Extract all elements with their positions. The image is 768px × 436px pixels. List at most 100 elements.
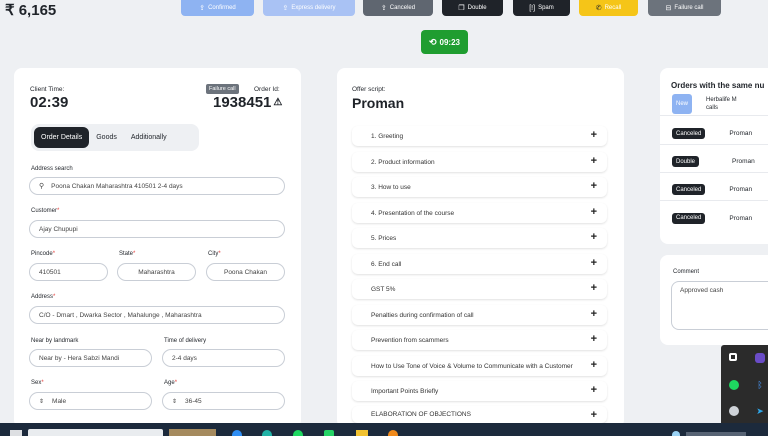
city-label-text: City (208, 251, 219, 257)
failure-call-badge: Failure call (206, 84, 239, 94)
timer-value: 09:23 (439, 37, 460, 47)
script-item-label: 1. Greeting (371, 132, 404, 140)
confirmed-button[interactable]: ⇪ Confirmed (181, 0, 254, 16)
comment-label: Comment (673, 269, 700, 275)
city-field[interactable]: Poona Chakan (206, 263, 285, 281)
tab-additionally[interactable]: Additionally (124, 127, 174, 148)
script-item[interactable]: Important Points Briefly + (352, 381, 607, 401)
script-item[interactable]: GST 5% + (352, 279, 607, 299)
plus-icon: + (590, 359, 597, 371)
express-label: Express delivery (291, 5, 336, 11)
script-item[interactable]: 2. Product information + (352, 152, 607, 172)
taskbar (0, 423, 768, 436)
order-row[interactable]: New Herbalife M calls (660, 92, 768, 116)
recall-button[interactable]: ✆ Recall (579, 0, 638, 16)
delivery-time-field[interactable]: 2-4 days (162, 349, 285, 367)
script-item[interactable]: Penalties during confirmation of call + (352, 305, 607, 325)
required-mark: * (52, 251, 56, 257)
order-row[interactable]: Canceled Proman (660, 123, 768, 145)
script-item[interactable]: 5. Prices + (352, 228, 607, 248)
age-select[interactable]: ⇕ 36-45 (162, 392, 285, 410)
state-field[interactable]: Maharashtra (117, 263, 196, 281)
state-label-text: State (119, 251, 134, 257)
status-badge: Canceled (672, 212, 706, 224)
address-field[interactable]: C/O - Dmart , Dwarka Sector , Mahalunge … (29, 306, 285, 324)
status-badge: Double (672, 156, 700, 167)
order-product: Proman (732, 158, 755, 165)
pincode-field[interactable]: 410501 (29, 263, 108, 281)
canceled-button[interactable]: ⇪ Canceled (363, 0, 433, 16)
top-bar: ₹ 6,165 ⇪ Confirmed ⇪ Express delivery ⇪… (0, 0, 768, 62)
required-mark: * (57, 208, 60, 214)
failure-call-button[interactable]: ⊟ Failure call (648, 0, 721, 16)
taskbar-app-icon[interactable] (293, 430, 303, 436)
landmark-label: Near by landmark (31, 338, 79, 344)
start-icon[interactable] (10, 430, 22, 436)
app-icon[interactable] (729, 353, 737, 361)
delivery-time-label: Time of delivery (164, 338, 207, 344)
order-row[interactable]: Canceled Proman (660, 207, 768, 229)
script-item[interactable]: 1. Greeting + (352, 126, 607, 146)
recall-label: Recall (604, 5, 622, 11)
plus-icon: + (590, 282, 597, 294)
taskbar-app-icon[interactable] (324, 430, 334, 436)
script-item[interactable]: 3. How to use + (352, 177, 607, 197)
order-row[interactable]: Canceled Proman (660, 179, 768, 201)
bluetooth-icon[interactable]: ᛒ (755, 380, 765, 390)
copy-icon: ❐ (458, 5, 465, 12)
tray-popup: ᛒ ➤ (721, 345, 768, 423)
script-item[interactable]: How to Use Tone of Voice & Volume to Com… (352, 356, 607, 376)
taskbar-widget[interactable] (169, 429, 216, 436)
script-item-label: GST 5% (371, 285, 396, 293)
tab-order-details[interactable]: Order Details (34, 127, 90, 148)
same-number-title: Orders with the same nu (671, 81, 765, 90)
comment-textarea[interactable]: Approved cash (671, 281, 768, 330)
tab-goods[interactable]: Goods (89, 127, 124, 148)
script-item[interactable]: Prevention from scammers + (352, 330, 607, 350)
address-search-input[interactable]: ⚲ Poona Chakan Maharashtra 410501 2-4 da… (29, 177, 285, 195)
upload-icon: ⇪ (199, 5, 206, 12)
status-badge: Canceled (672, 128, 706, 139)
age-label-text: Age (164, 380, 175, 386)
telegram-icon[interactable]: ➤ (755, 406, 765, 416)
taskbar-app-icon[interactable] (388, 430, 398, 436)
status-badge: Canceled (672, 184, 706, 195)
order-id-value: 1938451 (213, 94, 272, 111)
order-row[interactable]: Double Proman (660, 151, 768, 173)
order-id: 1938451 ⚠ (213, 94, 282, 111)
client-time: 02:39 (30, 94, 69, 111)
script-item[interactable]: ELABORATION OF OBJECTIONS + (352, 406, 607, 423)
taskbar-app-icon[interactable] (262, 430, 272, 436)
double-button[interactable]: ❐ Double (442, 0, 503, 16)
offer-script-label: Offer script: (352, 86, 386, 93)
sex-select[interactable]: ⇕ Male (29, 392, 152, 410)
required-mark: * (53, 294, 56, 300)
plus-icon: + (590, 409, 597, 421)
customer-label-text: Customer (31, 208, 58, 214)
plus-icon: + (590, 308, 597, 320)
script-item-label: How to Use Tone of Voice & Volume to Com… (371, 362, 573, 370)
order-tabs: Order Details Goods Additionally (31, 124, 199, 151)
script-item[interactable]: 6. End call + (352, 254, 607, 274)
app-icon[interactable] (729, 406, 739, 416)
landmark-field[interactable]: Near by - Hera Sabzi Mandi (29, 349, 152, 367)
spotify-icon[interactable] (729, 380, 739, 390)
plus-icon: + (590, 206, 597, 218)
customer-field[interactable]: Ajay Chupupi (29, 220, 285, 238)
plus-icon: + (590, 129, 597, 141)
spam-button[interactable]: [!] Spam (513, 0, 570, 16)
confirmed-label: Confirmed (208, 5, 236, 11)
script-item[interactable]: 4. Presentation of the course + (352, 203, 607, 223)
weather-icon[interactable] (672, 431, 680, 436)
required-mark: * (174, 380, 178, 386)
taskbar-search[interactable] (28, 429, 163, 436)
plus-icon: + (590, 155, 597, 167)
order-id-label: Order Id: (254, 86, 280, 93)
express-delivery-button[interactable]: ⇪ Express delivery (263, 0, 355, 16)
script-item-label: 2. Product information (371, 158, 435, 166)
taskbar-app-icon[interactable] (356, 430, 368, 436)
double-label: Double (467, 5, 487, 11)
taskbar-app-icon[interactable] (232, 430, 242, 436)
call-timer: ⟲ 09:23 (421, 30, 468, 54)
app-icon[interactable] (755, 353, 765, 363)
